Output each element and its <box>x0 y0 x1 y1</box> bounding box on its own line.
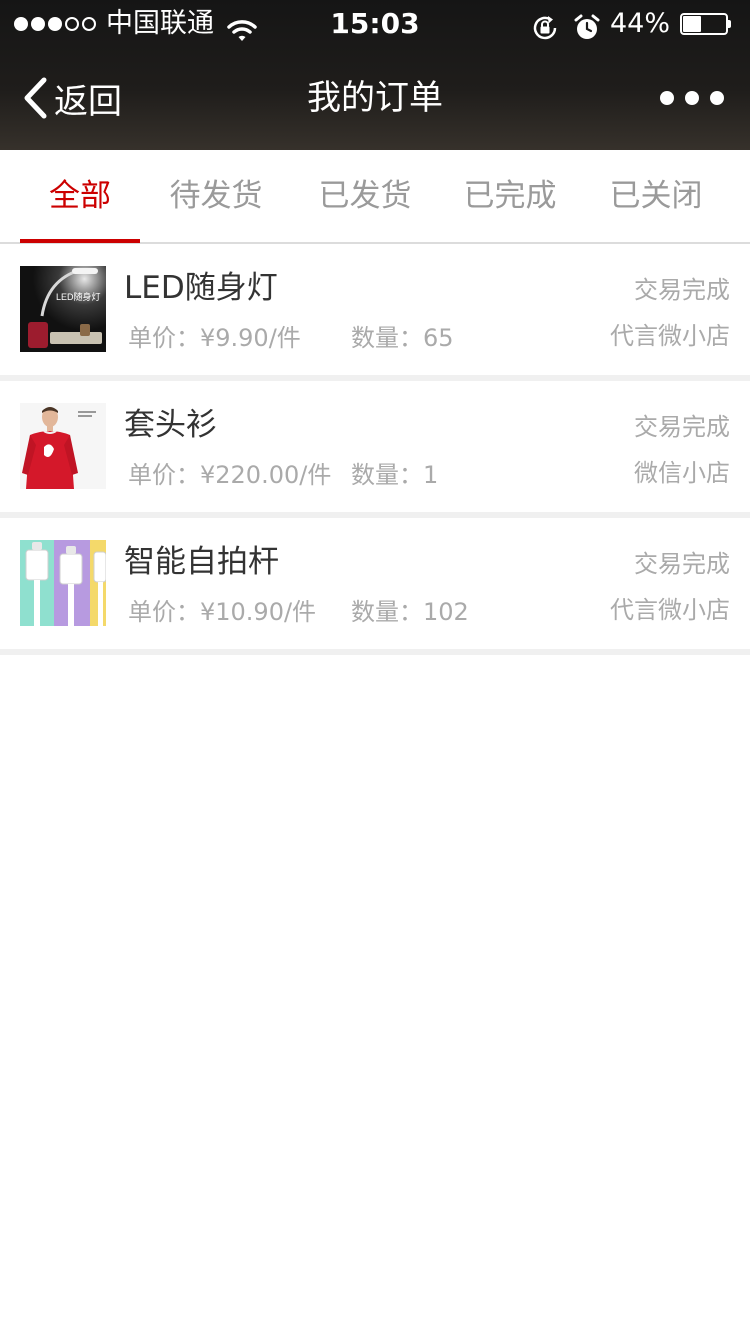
quantity: 数量：1 <box>351 461 439 489</box>
tab-pending-shipment[interactable]: 待发货 <box>156 150 276 242</box>
tab-completed[interactable]: 已完成 <box>450 150 570 242</box>
product-image-sweater <box>20 403 106 489</box>
product-image-label: LED随身灯 <box>56 291 101 302</box>
more-dots-icon <box>660 91 724 105</box>
quantity: 数量：102 <box>351 598 469 626</box>
active-tab-indicator <box>20 239 140 243</box>
battery-icon <box>680 13 732 35</box>
order-status: 交易完成 <box>634 413 730 441</box>
product-name: 智能自拍杆 <box>124 544 279 580</box>
nav-bar: 返回 我的订单 <box>0 48 750 150</box>
unit-price: 单价：¥10.90/件 <box>128 598 317 626</box>
product-image-led-lamp: LED随身灯 <box>20 266 106 352</box>
order-status: 交易完成 <box>634 550 730 578</box>
battery-level-fill <box>683 16 701 32</box>
page-title: 我的订单 <box>307 78 443 118</box>
shop-name: 代言微小店 <box>610 322 730 350</box>
product-name: 套头衫 <box>124 407 217 443</box>
tab-all[interactable]: 全部 <box>20 150 140 242</box>
shop-name: 微信小店 <box>634 459 730 487</box>
product-name: LED随身灯 <box>124 270 278 306</box>
tab-shipped[interactable]: 已发货 <box>305 150 425 242</box>
order-item[interactable]: LED随身灯 LED随身灯 单价：¥9.90/件 数量：65 交易完成 代言微小… <box>0 244 750 381</box>
header: 中国联通 15:03 44% 返回 我的订单 <box>0 0 750 150</box>
status-bar: 中国联通 15:03 44% <box>0 0 750 48</box>
battery-percent: 44% <box>610 8 671 39</box>
product-image-selfie-stick <box>20 540 106 626</box>
quantity: 数量：65 <box>351 324 454 352</box>
order-status: 交易完成 <box>634 276 730 304</box>
order-list: LED随身灯 LED随身灯 单价：¥9.90/件 数量：65 交易完成 代言微小… <box>0 244 750 655</box>
more-button[interactable] <box>660 84 724 112</box>
tab-closed[interactable]: 已关闭 <box>596 150 716 242</box>
order-item[interactable]: 套头衫 单价：¥220.00/件 数量：1 交易完成 微信小店 <box>0 381 750 518</box>
order-item[interactable]: 智能自拍杆 单价：¥10.90/件 数量：102 交易完成 代言微小店 <box>0 518 750 655</box>
unit-price: 单价：¥9.90/件 <box>128 324 301 352</box>
shop-name: 代言微小店 <box>610 596 730 624</box>
unit-price: 单价：¥220.00/件 <box>128 461 332 489</box>
order-tabs: 全部 待发货 已发货 已完成 已关闭 <box>0 150 750 244</box>
